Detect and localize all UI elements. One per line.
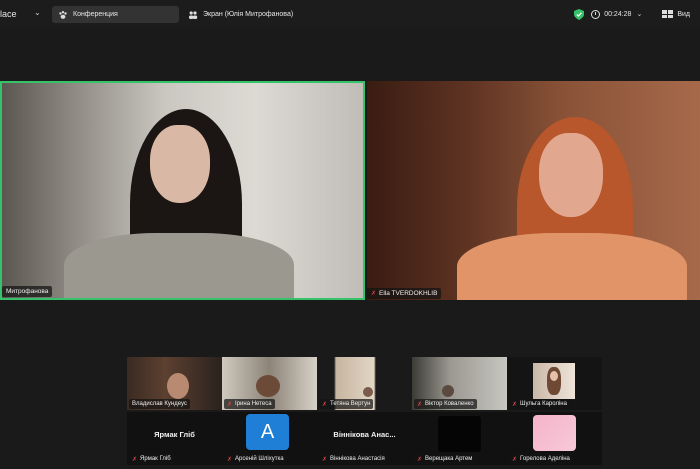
participant-name: Ірина Нетеса [235,401,272,407]
participant-name-tag: ✗ Горелова Аделіна [509,454,573,464]
mic-muted-icon: ✗ [417,401,423,408]
participant-face [256,375,280,397]
participant-video [533,415,576,451]
participant-tile[interactable]: ✗ Верещака Артем [412,412,507,465]
participant-name-tag: ✗ Арсеній Шліхутка [224,454,287,464]
avatar: A [246,414,289,450]
mic-muted-icon: ✗ [132,456,138,463]
participant-name-tag: ✗ Віннікова Анастасія [319,454,388,464]
mic-muted-icon: ✗ [512,456,518,463]
participant-name: Віннікова Анастасія [330,456,385,462]
participant-name-tag: ✗ Віктор Коваленко [414,399,477,409]
participant-name: Горелова Аделіна [520,456,570,462]
participant-face [363,387,373,397]
participant-tile[interactable]: ✗ Горелова Аделіна [507,412,602,465]
tab-screen-share[interactable]: Экран (Юлія Митрофанова) [182,6,312,23]
participant-video [533,363,575,399]
mic-muted-icon: ✗ [227,456,233,463]
participant-tile[interactable]: ✗ Тетяна Вертун [317,357,412,410]
participant-name-tag: ✗ Тетяна Вертун [319,399,374,409]
clock-icon [591,9,601,19]
speaker-tile[interactable]: ✗ Ella TVERDOKHLIB [367,81,700,300]
participant-face [442,385,454,397]
participant-tile[interactable]: Владислав Кундеус [127,357,222,410]
participant-name-tag: Владислав Кундеус [129,399,190,409]
shield-check-icon[interactable] [574,8,585,20]
participant-name: Ярмак Гліб [140,456,171,462]
mic-muted-icon: ✗ [512,401,518,408]
meeting-timer: 00:24:28 [604,10,632,18]
participant-tile[interactable]: ✗ Шульга Кароліна [507,357,602,410]
speaker-name-tag: ✗ Ella TVERDOKHLIB [367,288,442,299]
person-face [539,133,603,217]
mic-muted-icon: ✗ [371,291,377,297]
grid-view-icon[interactable] [662,10,674,18]
participant-video [438,416,481,452]
participant-name: Тетяна Вертун [330,401,371,407]
participant-tile[interactable]: ✗ Ірина Нетеса [222,357,317,410]
speaker-name: Ella TVERDOKHLIB [379,290,438,297]
participant-name-tag: ✗ Ярмак Гліб [129,454,174,464]
top-bar: lace ⌄ Конференция Экран (Юлія Митрофано… [0,0,700,28]
app-title: lace [0,9,17,19]
speaker-name-tag: Митрофанова [2,286,53,297]
participant-name-tag: ✗ Ірина Нетеса [224,399,275,409]
person-body [457,233,687,300]
participant-tile[interactable]: Ярмак Гліб ✗ Ярмак Гліб [127,412,222,465]
view-button[interactable]: Вид [677,11,690,18]
paw-icon [58,10,68,20]
participant-name: Верещака Артем [425,456,473,462]
participant-placeholder-name: Віннікова Анас... [333,430,396,439]
participant-tile[interactable]: Віннікова Анас... ✗ Віннікова Анастасія [317,412,412,465]
people-icon [188,10,198,20]
participant-tile[interactable]: A ✗ Арсеній Шліхутка [222,412,317,465]
tab-conference-label: Конференция [73,11,118,18]
participant-name-tag: ✗ Шульга Кароліна [509,399,570,409]
mic-muted-icon: ✗ [322,456,328,463]
mic-muted-icon: ✗ [227,401,233,408]
person-face [150,125,210,203]
participant-placeholder-name: Ярмак Гліб [154,430,195,439]
chevron-down-icon[interactable]: ⌄ [636,10,642,18]
speaker-name: Митрофанова [6,288,49,295]
participant-name: Віктор Коваленко [425,401,474,407]
mic-muted-icon: ✗ [417,456,423,463]
participant-gallery: Владислав Кундеус ✗ Ірина Нетеса ✗ Тетяна … [127,357,602,465]
chevron-down-icon[interactable]: ⌄ [34,8,41,17]
participant-name-tag: ✗ Верещака Артем [414,454,476,464]
tab-conference[interactable]: Конференция [52,6,179,23]
speaker-tile-active[interactable]: Митрофанова [0,81,365,300]
participant-name: Владислав Кундеус [132,401,187,407]
tab-screen-share-label: Экран (Юлія Митрофанова) [203,11,294,18]
meeting-status: 00:24:28 ⌄ Вид [574,7,700,21]
participant-face [167,373,189,399]
person-body [64,233,294,298]
participant-name: Арсеній Шліхутка [235,456,284,462]
participant-tile[interactable]: ✗ Віктор Коваленко [412,357,507,410]
participant-name: Шульга Кароліна [520,401,567,407]
mic-muted-icon: ✗ [322,401,328,408]
